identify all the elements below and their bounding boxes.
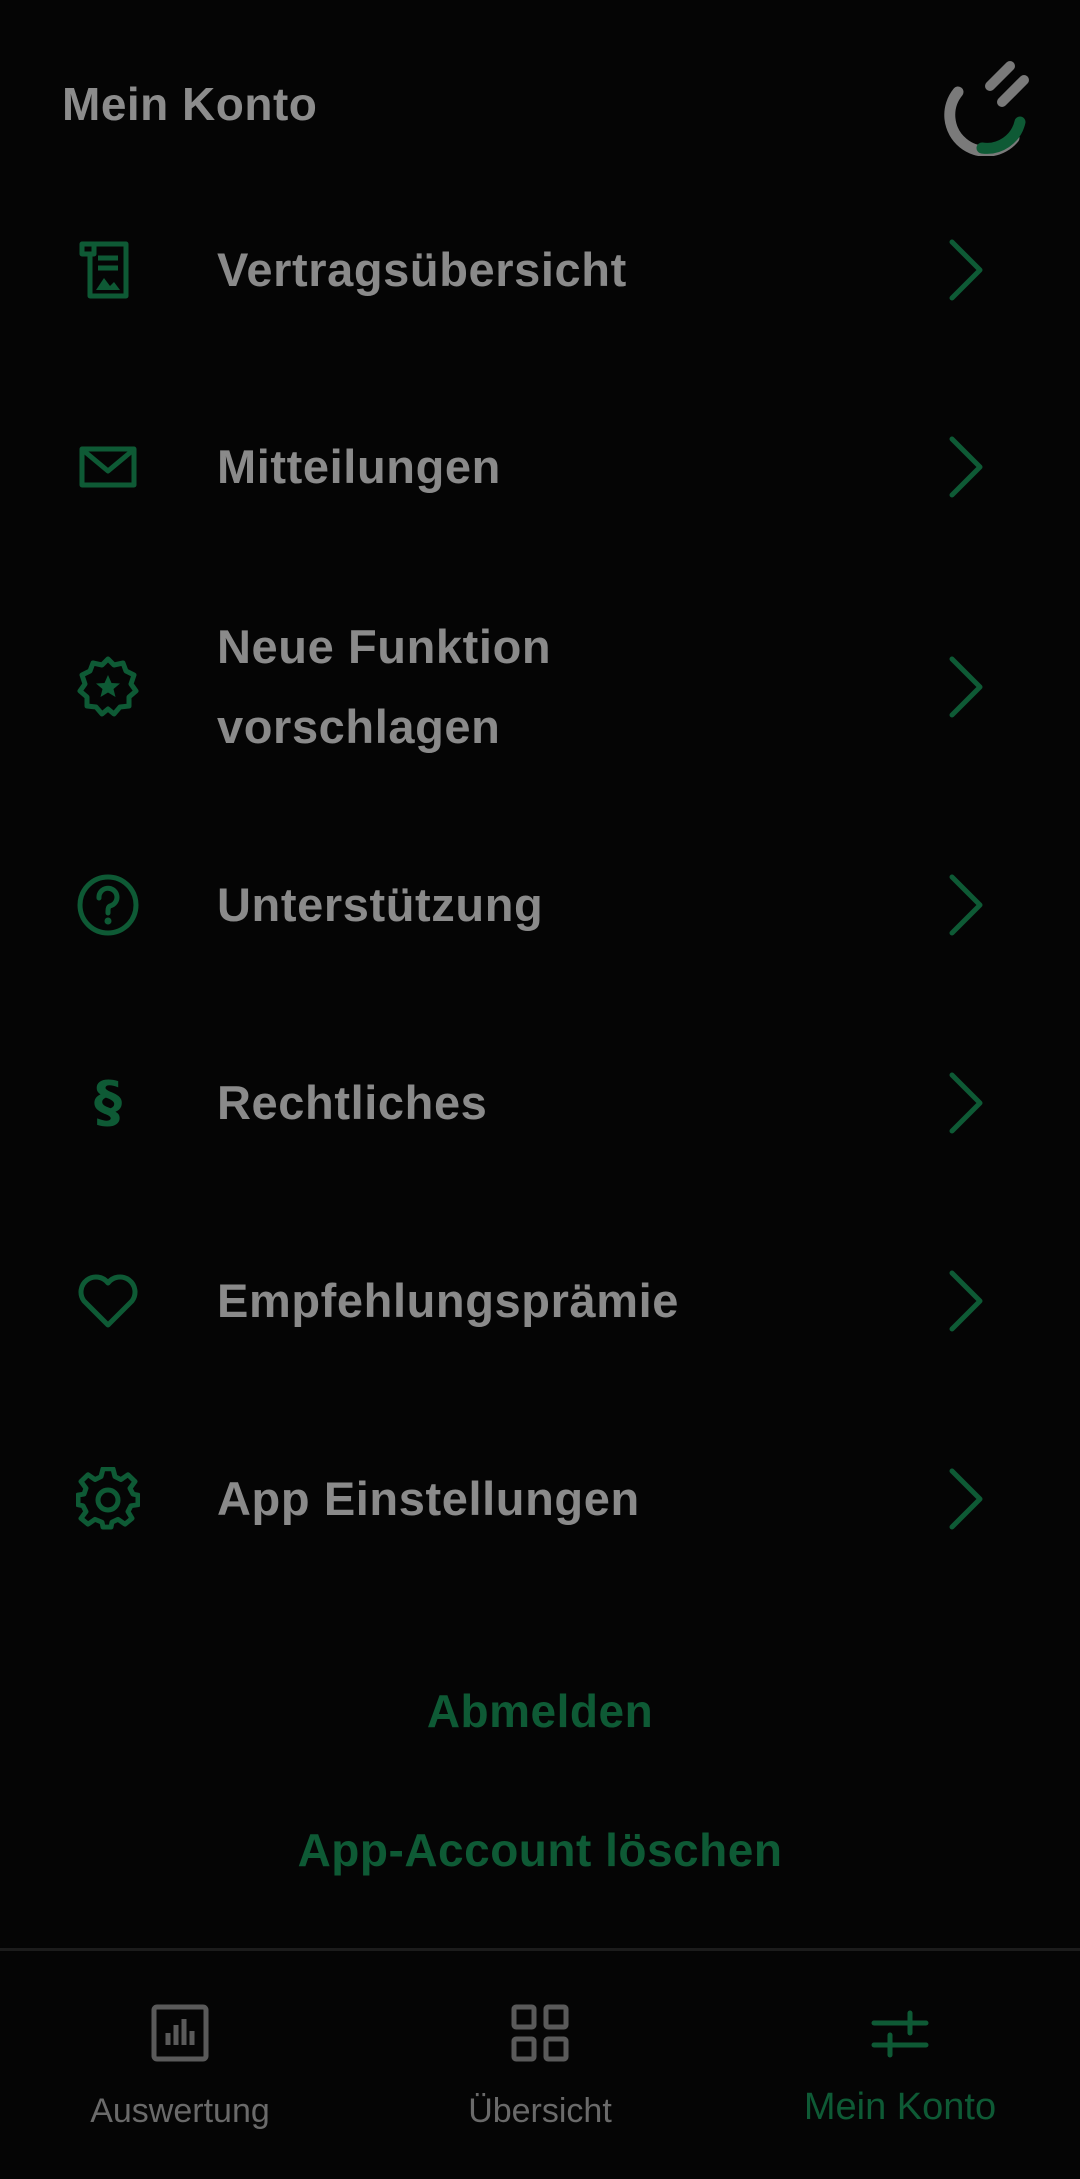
nav-label: Übersicht (468, 2092, 612, 2130)
menu-item-rechtliches[interactable]: § Rechtliches (0, 1063, 1080, 1143)
menu-item-empfehlungspraemie[interactable]: Empfehlungsprämie (0, 1261, 1080, 1341)
menu-item-label: Neue Funktion vorschlagen (217, 620, 552, 753)
menu-item-label: Rechtliches (217, 1076, 488, 1129)
bottom-navigation: Auswertung Übersicht Mein Konto (0, 1948, 1080, 2179)
brand-logo-icon (944, 61, 1029, 156)
menu-item-mitteilungen[interactable]: Mitteilungen (0, 427, 1080, 507)
gear-icon (72, 1463, 144, 1535)
delete-account-button[interactable]: App-Account löschen (0, 1820, 1080, 1880)
paragraph-icon: § (94, 1070, 122, 1135)
contract-document-icon (72, 234, 144, 306)
menu-item-label: Mitteilungen (217, 440, 501, 493)
menu-item-app-einstellungen[interactable]: App Einstellungen (0, 1459, 1080, 1539)
nav-item-uebersicht[interactable]: Übersicht (360, 1951, 720, 2179)
chevron-right-icon (949, 656, 983, 718)
envelope-icon (72, 431, 144, 503)
nav-label: Auswertung (90, 2092, 270, 2130)
star-badge-icon (72, 651, 144, 723)
menu-item-label: Empfehlungsprämie (217, 1274, 680, 1327)
bar-chart-icon (151, 2004, 209, 2062)
logout-button[interactable]: Abmelden (0, 1681, 1080, 1741)
chevron-right-icon (949, 239, 983, 301)
sliders-icon (871, 2010, 929, 2058)
chevron-right-icon (949, 1468, 983, 1530)
nav-item-mein-konto[interactable]: Mein Konto (720, 1951, 1080, 2179)
menu-item-unterstuetzung[interactable]: Unterstützung (0, 865, 1080, 945)
nav-label: Mein Konto (803, 2086, 997, 2128)
menu-item-neue-funktion[interactable]: Neue Funktion vorschlagen (0, 607, 1080, 767)
chevron-right-icon (949, 874, 983, 936)
header: Mein Konto (0, 0, 1080, 210)
menu-item-label: Vertragsübersicht (217, 243, 627, 296)
heart-icon (72, 1265, 144, 1337)
menu-item-vertragsuebersicht[interactable]: Vertragsübersicht (0, 230, 1080, 310)
nav-item-auswertung[interactable]: Auswertung (0, 1951, 360, 2179)
chevron-right-icon (949, 1270, 983, 1332)
menu-item-label: Unterstützung (217, 878, 544, 931)
chevron-right-icon (949, 436, 983, 498)
page-title: Mein Konto (62, 78, 318, 130)
question-circle-icon (72, 869, 144, 941)
grid-icon (511, 2004, 569, 2062)
menu-item-label: App Einstellungen (217, 1472, 640, 1525)
chevron-right-icon (949, 1072, 983, 1134)
